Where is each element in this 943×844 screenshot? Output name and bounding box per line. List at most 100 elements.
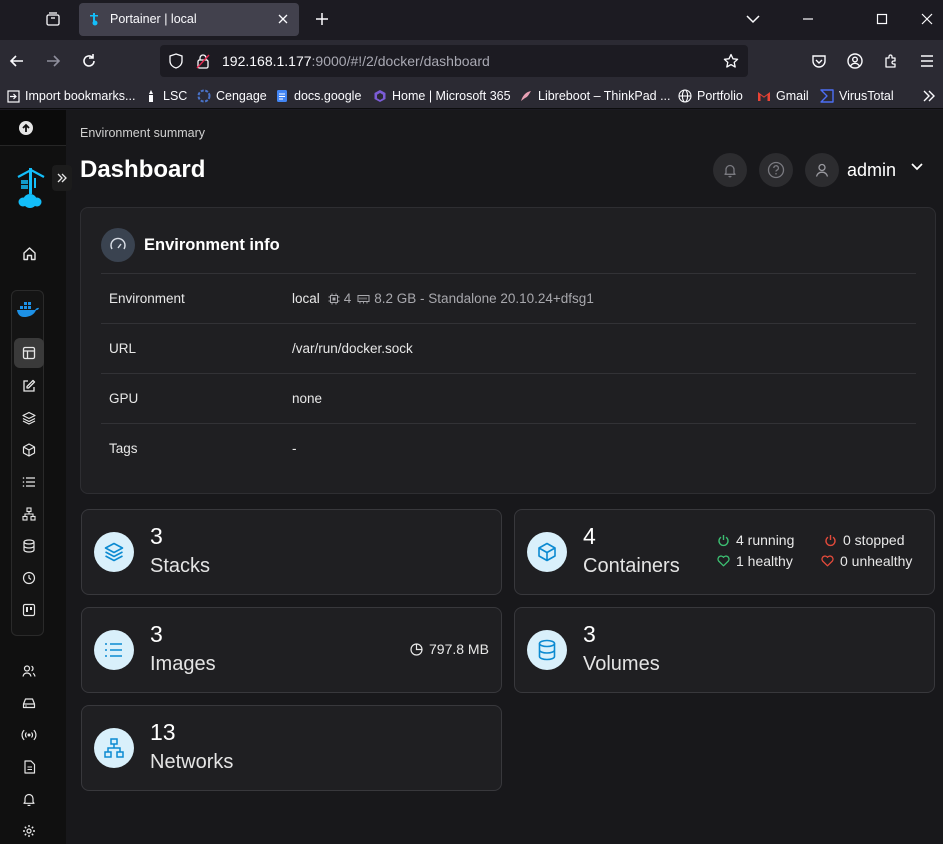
bookmark-docs-google[interactable]: docs.google	[275, 87, 361, 105]
running-text: 4 running	[736, 532, 795, 548]
volumes-database-icon	[527, 630, 567, 670]
sidebar-networks-icon[interactable]	[17, 502, 41, 526]
networks-icon	[94, 728, 134, 768]
containers-stopped: 0 stopped	[824, 532, 905, 548]
browser-tab-portainer[interactable]: Portainer | local	[79, 3, 299, 36]
memory-icon	[357, 293, 370, 305]
tab-title: Portainer | local	[110, 12, 197, 26]
list-all-tabs-icon[interactable]	[743, 9, 763, 29]
bookmark-cengage[interactable]: Cengage	[197, 87, 267, 105]
shield-icon[interactable]	[168, 53, 184, 69]
sidebar-settings-icon[interactable]	[17, 819, 41, 843]
sidebar-home-icon[interactable]	[17, 241, 41, 265]
sidebar-logs-icon[interactable]	[17, 755, 41, 779]
portainer-favicon-icon	[88, 12, 102, 26]
lsc-icon	[144, 89, 158, 103]
pocket-icon[interactable]	[808, 50, 830, 72]
upgrade-icon[interactable]	[0, 110, 66, 146]
env-row-label: GPU	[109, 391, 139, 406]
bookmark-import[interactable]: Import bookmarks...	[6, 87, 135, 105]
stopped-text: 0 stopped	[843, 532, 905, 548]
images-size: 797.8 MB	[410, 641, 489, 657]
main-content: Environment summary Dashboard admin Envi…	[66, 110, 943, 844]
containers-unhealthy: 0 unhealthy	[821, 553, 912, 569]
extensions-icon[interactable]	[880, 50, 902, 72]
microsoft365-icon	[373, 89, 387, 103]
networks-count: 13	[150, 719, 176, 745]
user-avatar-icon[interactable]	[805, 153, 839, 187]
images-card[interactable]: 3 Images 797.8 MB	[81, 607, 502, 693]
cengage-icon	[197, 89, 211, 103]
env-row-label: Tags	[109, 441, 138, 456]
containers-card[interactable]: 4 Containers 4 running 0 stopped 1 healt…	[514, 509, 935, 595]
maximize-icon[interactable]	[872, 9, 892, 29]
sidebar-expand-icon[interactable]	[52, 165, 72, 191]
env-row-environment: Environment local 4 8.2 GB - Standalone …	[101, 273, 916, 323]
forward-icon[interactable]	[42, 50, 64, 72]
bookmark-libreboot[interactable]: Libreboot – ThinkPad ...	[519, 87, 671, 105]
containers-running: 4 running	[717, 532, 794, 548]
sidebar-dashboard-icon[interactable]	[17, 341, 41, 365]
bookmarks-bar: Import bookmarks... LSC Cengage docs.goo…	[0, 82, 943, 109]
reload-icon[interactable]	[78, 50, 100, 72]
bookmark-lsc[interactable]: LSC	[144, 87, 187, 105]
tab-close-icon[interactable]	[275, 11, 291, 27]
globe-icon	[678, 89, 692, 103]
insecure-lock-icon[interactable]	[195, 53, 211, 69]
sidebar-notifications-icon[interactable]	[17, 787, 41, 811]
new-tab-icon[interactable]	[312, 9, 332, 29]
bookmark-microsoft365[interactable]: Home | Microsoft 365	[373, 87, 511, 105]
url-text: 192.168.1.177:9000/#!/2/docker/dashboard	[222, 53, 490, 69]
containers-count: 4	[583, 523, 596, 549]
sidebar-edge-compute-icon[interactable]	[17, 723, 41, 747]
sidebar-host-icon[interactable]	[17, 598, 41, 622]
virustotal-icon	[820, 89, 834, 103]
sidebar-templates-icon[interactable]	[17, 374, 41, 398]
volumes-count: 3	[583, 621, 596, 647]
sidebar-volumes-icon[interactable]	[17, 534, 41, 558]
volumes-card[interactable]: 3 Volumes	[514, 607, 935, 693]
minimize-icon[interactable]	[798, 9, 818, 29]
stacks-card[interactable]: 3 Stacks	[81, 509, 502, 595]
env-row-value: /var/run/docker.sock	[292, 341, 413, 356]
user-name[interactable]: admin	[847, 160, 896, 181]
bookmark-portfolio[interactable]: Portfolio	[678, 87, 743, 105]
env-row-value: none	[292, 391, 323, 406]
containers-icon	[527, 532, 567, 572]
bookmark-star-icon[interactable]	[723, 53, 739, 69]
close-window-icon[interactable]	[917, 9, 937, 29]
sidebar-containers-icon[interactable]	[17, 438, 41, 462]
breadcrumb: Environment summary	[80, 126, 206, 140]
networks-label: Networks	[150, 751, 234, 773]
networks-card[interactable]: 13 Networks	[81, 705, 502, 791]
account-icon[interactable]	[844, 50, 866, 72]
sidebar-stacks-icon[interactable]	[17, 406, 41, 430]
env-row-tags: Tags -	[101, 423, 916, 473]
browser-tab-bar: Portainer | local	[0, 0, 943, 38]
bookmark-virustotal[interactable]: VirusTotal	[820, 87, 894, 105]
page-title: Dashboard	[80, 156, 206, 183]
sidebar-events-icon[interactable]	[17, 566, 41, 590]
back-icon[interactable]	[6, 50, 28, 72]
tab-list-icon[interactable]	[40, 6, 66, 32]
browser-nav-bar: 192.168.1.177:9000/#!/2/docker/dashboard	[0, 40, 943, 82]
bookmarks-overflow-icon[interactable]	[922, 87, 936, 105]
bookmark-gmail[interactable]: Gmail	[757, 87, 809, 105]
url-bar[interactable]: 192.168.1.177:9000/#!/2/docker/dashboard	[160, 45, 748, 77]
env-row-value: -	[292, 441, 297, 456]
stacks-label: Stacks	[150, 555, 211, 577]
images-count: 3	[150, 621, 163, 647]
sidebar-environments-icon[interactable]	[17, 691, 41, 715]
menu-icon[interactable]	[916, 50, 938, 72]
volumes-label: Volumes	[583, 653, 660, 675]
heart-broken-icon	[821, 555, 834, 567]
sidebar-users-icon[interactable]	[17, 659, 41, 683]
help-icon[interactable]	[759, 153, 793, 187]
user-menu-chevron-icon[interactable]	[911, 163, 923, 171]
images-size-text: 797.8 MB	[429, 641, 489, 657]
sidebar-images-icon[interactable]	[17, 470, 41, 494]
cpu-count: 4	[343, 291, 352, 306]
portainer-logo[interactable]	[15, 166, 47, 210]
import-icon	[6, 89, 20, 103]
notifications-bell-icon[interactable]	[713, 153, 747, 187]
